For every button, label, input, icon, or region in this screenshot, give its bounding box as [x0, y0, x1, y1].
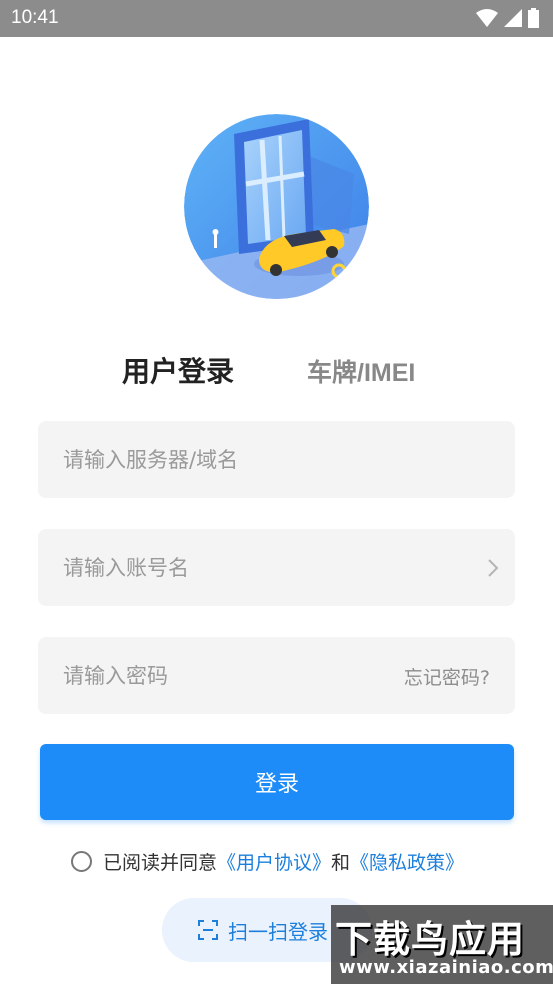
- server-input[interactable]: [63, 421, 403, 498]
- login-button[interactable]: 登录: [40, 744, 514, 820]
- agreement-row: 已阅读并同意 《用户协议》 和 《隐私政策》: [71, 848, 464, 875]
- scan-icon: [198, 920, 218, 940]
- signal-icon: [504, 9, 522, 27]
- watermark-title: 下载鸟应用: [335, 918, 525, 961]
- status-bar: 10:41: [0, 0, 553, 37]
- watermark: 下载鸟应用 www.xiazainiao.com: [331, 905, 553, 984]
- user-agreement-link[interactable]: 《用户协议》: [217, 848, 331, 875]
- password-input[interactable]: [63, 637, 403, 714]
- tab-plate-imei[interactable]: 车牌/IMEI: [307, 353, 415, 389]
- privacy-policy-link[interactable]: 《隐私政策》: [350, 848, 464, 875]
- status-icons: [476, 8, 539, 28]
- account-field: [38, 529, 515, 606]
- password-field: 忘记密码?: [38, 637, 515, 714]
- status-time: 10:41: [11, 7, 59, 28]
- scan-login-label: 扫一扫登录: [228, 919, 328, 944]
- hero-illustration: [184, 114, 369, 299]
- chevron-right-icon[interactable]: [485, 557, 501, 579]
- login-tabs: 用户登录 车牌/IMEI: [0, 350, 553, 390]
- wifi-icon: [476, 9, 498, 27]
- agreement-conjunction: 和: [331, 851, 351, 874]
- account-input[interactable]: [63, 529, 403, 606]
- forgot-password-link[interactable]: 忘记密码?: [404, 663, 490, 690]
- agreement-prefix: 已阅读并同意: [103, 851, 218, 874]
- tab-user-login[interactable]: 用户登录: [122, 350, 234, 390]
- server-field: [38, 421, 515, 498]
- battery-icon: [528, 8, 539, 28]
- watermark-url: www.xiazainiao.com: [339, 957, 553, 978]
- agreement-radio[interactable]: [71, 850, 92, 872]
